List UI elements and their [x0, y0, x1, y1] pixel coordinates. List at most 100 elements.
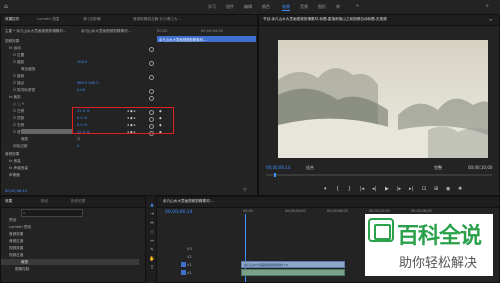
tab-effects[interactable]: 效果: [5, 199, 12, 204]
effect-controls-timecode[interactable]: 00;00;06;14: [5, 189, 27, 193]
effect-panner[interactable]: 声像器: [9, 173, 20, 178]
ws-tab-effects[interactable]: 效果: [282, 4, 290, 11]
track-target-a1[interactable]: [181, 270, 186, 275]
track-label-v1[interactable]: V1: [187, 263, 192, 267]
tab-markers[interactable]: 标记: [41, 199, 48, 204]
slip-tool-icon[interactable]: ↔: [149, 239, 155, 244]
ws-tab-libraries[interactable]: 库: [336, 4, 340, 10]
effect-crop[interactable]: fx 裁剪: [9, 95, 21, 100]
ws-tab-color[interactable]: 颜色: [262, 4, 270, 10]
tree-item-video-transitions[interactable]: 视频过渡: [9, 253, 23, 258]
settings-icon[interactable]: ✚: [458, 186, 462, 192]
export-frame-icon[interactable]: ◉: [446, 186, 450, 192]
home-icon[interactable]: ⌂: [4, 3, 8, 10]
ruler-2: 00;00;08;00: [327, 209, 348, 213]
clip-header-seq: 余凡山水大意画视频剪辑素材...: [81, 29, 132, 33]
ruler-4: 00;00;16;00: [411, 209, 432, 213]
pen-tool-icon[interactable]: ✎: [149, 248, 155, 253]
effect-volume[interactable]: fx 音量: [9, 159, 21, 164]
crop-shape-icons[interactable]: ○ ▢ ✎: [13, 102, 25, 106]
panel-menu-icon[interactable]: ≡: [489, 17, 492, 22]
fit-dropdown[interactable]: 适合: [306, 165, 314, 171]
tree-item-audio-transitions[interactable]: 音频过渡: [9, 239, 23, 244]
step-forward-icon[interactable]: |▸: [397, 186, 401, 192]
tab-effect-controls[interactable]: 效果控件: [5, 17, 19, 22]
marker-icon[interactable]: ▾: [324, 186, 327, 192]
section-video-effects: 视频效果: [5, 39, 20, 43]
track-select-icon[interactable]: ⇥: [149, 212, 155, 217]
mark-out-icon[interactable]: }: [348, 186, 351, 192]
sequence-tab[interactable]: 余凡山水大意画视频剪辑素材-...: [163, 199, 263, 204]
effect-channel-volume[interactable]: fx 声道音量: [9, 166, 28, 171]
reset-icon[interactable]: [149, 61, 154, 66]
clip-label: 余凡山水大意画视频剪辑素材 [V]: [244, 263, 289, 267]
program-duration: 00;00;10;00: [468, 165, 493, 170]
clip-bar-label: 余凡山水大意画视频剪辑素材-...: [159, 38, 208, 42]
anchor-value[interactable]: 960.0 540.0: [77, 81, 99, 85]
play-icon[interactable]: ▶: [385, 186, 389, 192]
section-audio-effects: 音频效果: [5, 152, 20, 156]
effects-tabbar: 效果 标记 历史记录: [1, 197, 145, 208]
tab-audio-mixer[interactable]: 音频剪辑混合器:长沙湘江大...: [133, 17, 253, 22]
param-flicker: Ö 防闪烁滤镜: [13, 88, 35, 92]
filter-icon[interactable]: ▽: [243, 188, 246, 193]
feather-value[interactable]: 0: [77, 144, 79, 148]
tab-lumetri-scopes[interactable]: Lumetri 范围: [37, 17, 59, 22]
reset-icon[interactable]: [149, 47, 154, 52]
effect-motion[interactable]: fx 运动: [9, 46, 21, 51]
tree-item-audio-effects[interactable]: 音频效果: [9, 232, 23, 237]
ws-tab-audio[interactable]: 音频: [300, 4, 308, 10]
quality-dropdown[interactable]: 完整: [434, 165, 442, 171]
hand-tool-icon[interactable]: ✋: [149, 257, 155, 262]
selection-tool-icon[interactable]: ▲: [149, 203, 155, 208]
tree-item-lumetri-presets[interactable]: Lumetri 预设: [9, 225, 31, 230]
flicker-value[interactable]: 0.00: [77, 88, 85, 92]
track-target-v1[interactable]: [181, 262, 186, 267]
ws-tab-graphics[interactable]: 图形: [318, 4, 326, 10]
mark-in-icon[interactable]: {: [336, 186, 339, 192]
tab-source[interactable]: 源:(无剪辑): [83, 17, 101, 22]
ruler-start: 00;00: [157, 29, 168, 33]
ws-tab-edit[interactable]: 编辑: [244, 4, 252, 10]
tree-item-video-effects[interactable]: 视频效果: [9, 246, 23, 251]
workspace-bar: ⌂ 学习 组件 编辑 颜色 效果 音频 图形 库 » ⌕: [0, 0, 500, 15]
track-label-a1[interactable]: A1: [187, 271, 192, 275]
reset-icon[interactable]: [149, 96, 154, 101]
overwrite-icon[interactable]: ⊞: [434, 186, 438, 192]
timeline-clip-video[interactable]: 余凡山水大意画视频剪辑素材 [V]: [241, 261, 345, 268]
go-to-out-icon[interactable]: ▸|: [409, 186, 413, 192]
ws-tab-learn[interactable]: 学习: [208, 4, 216, 10]
watermark-overlay: 百科全说 助你轻松解决: [365, 214, 493, 276]
track-label-v2[interactable]: V2: [187, 255, 192, 259]
go-to-in-icon[interactable]: |◂: [360, 186, 364, 192]
effect-clip-bar[interactable]: 余凡山水大意画视频剪辑素材-...: [157, 36, 256, 42]
step-back-icon[interactable]: ◂|: [372, 186, 376, 192]
tab-history[interactable]: 历史记录: [71, 199, 85, 204]
effects-search-input[interactable]: ⌕: [21, 209, 83, 217]
tree-item-presets[interactable]: 预设: [9, 218, 16, 223]
reset-icon[interactable]: [149, 89, 154, 94]
razor-tool-icon[interactable]: ◇: [149, 230, 155, 235]
tree-item-image-control[interactable]: 图像控制: [15, 267, 29, 272]
program-title[interactable]: 节目:余凡山水大意画视频剪辑素材-标题-星落雨落山之前视频自动标题-无视频: [263, 17, 483, 22]
timeline-timecode[interactable]: 00;00;06;14: [165, 210, 192, 215]
program-video-frame[interactable]: [278, 40, 488, 158]
tree-item-crop[interactable]: 裁剪: [21, 260, 28, 265]
reset-icon[interactable]: [149, 75, 154, 80]
zoom-checkbox[interactable]: ☐: [77, 137, 80, 141]
ws-tab-assembly[interactable]: 组件: [226, 4, 234, 10]
more-icon[interactable]: »: [356, 3, 359, 9]
program-tabbar: 节目:余凡山水大意画视频剪辑素材-标题-星落雨落山之前视频自动标题-无视频 ≡: [259, 15, 499, 26]
insert-icon[interactable]: ⊡: [422, 186, 426, 192]
program-scrubber[interactable]: [266, 173, 492, 177]
search-icon[interactable]: ⌕: [486, 3, 489, 9]
ripple-edit-icon[interactable]: ⇹: [149, 221, 155, 226]
timeline-clip-audio[interactable]: [241, 269, 345, 276]
playhead[interactable]: [274, 173, 276, 177]
track-label-v3[interactable]: V3: [187, 247, 192, 251]
ruler-0: 00;00: [243, 209, 253, 213]
param-left: Ö 左侧: [13, 109, 25, 113]
type-tool-icon[interactable]: T: [149, 266, 155, 271]
scale-value[interactable]: 100.0: [77, 60, 87, 64]
program-timecode[interactable]: 00;00;06;14: [266, 165, 290, 170]
